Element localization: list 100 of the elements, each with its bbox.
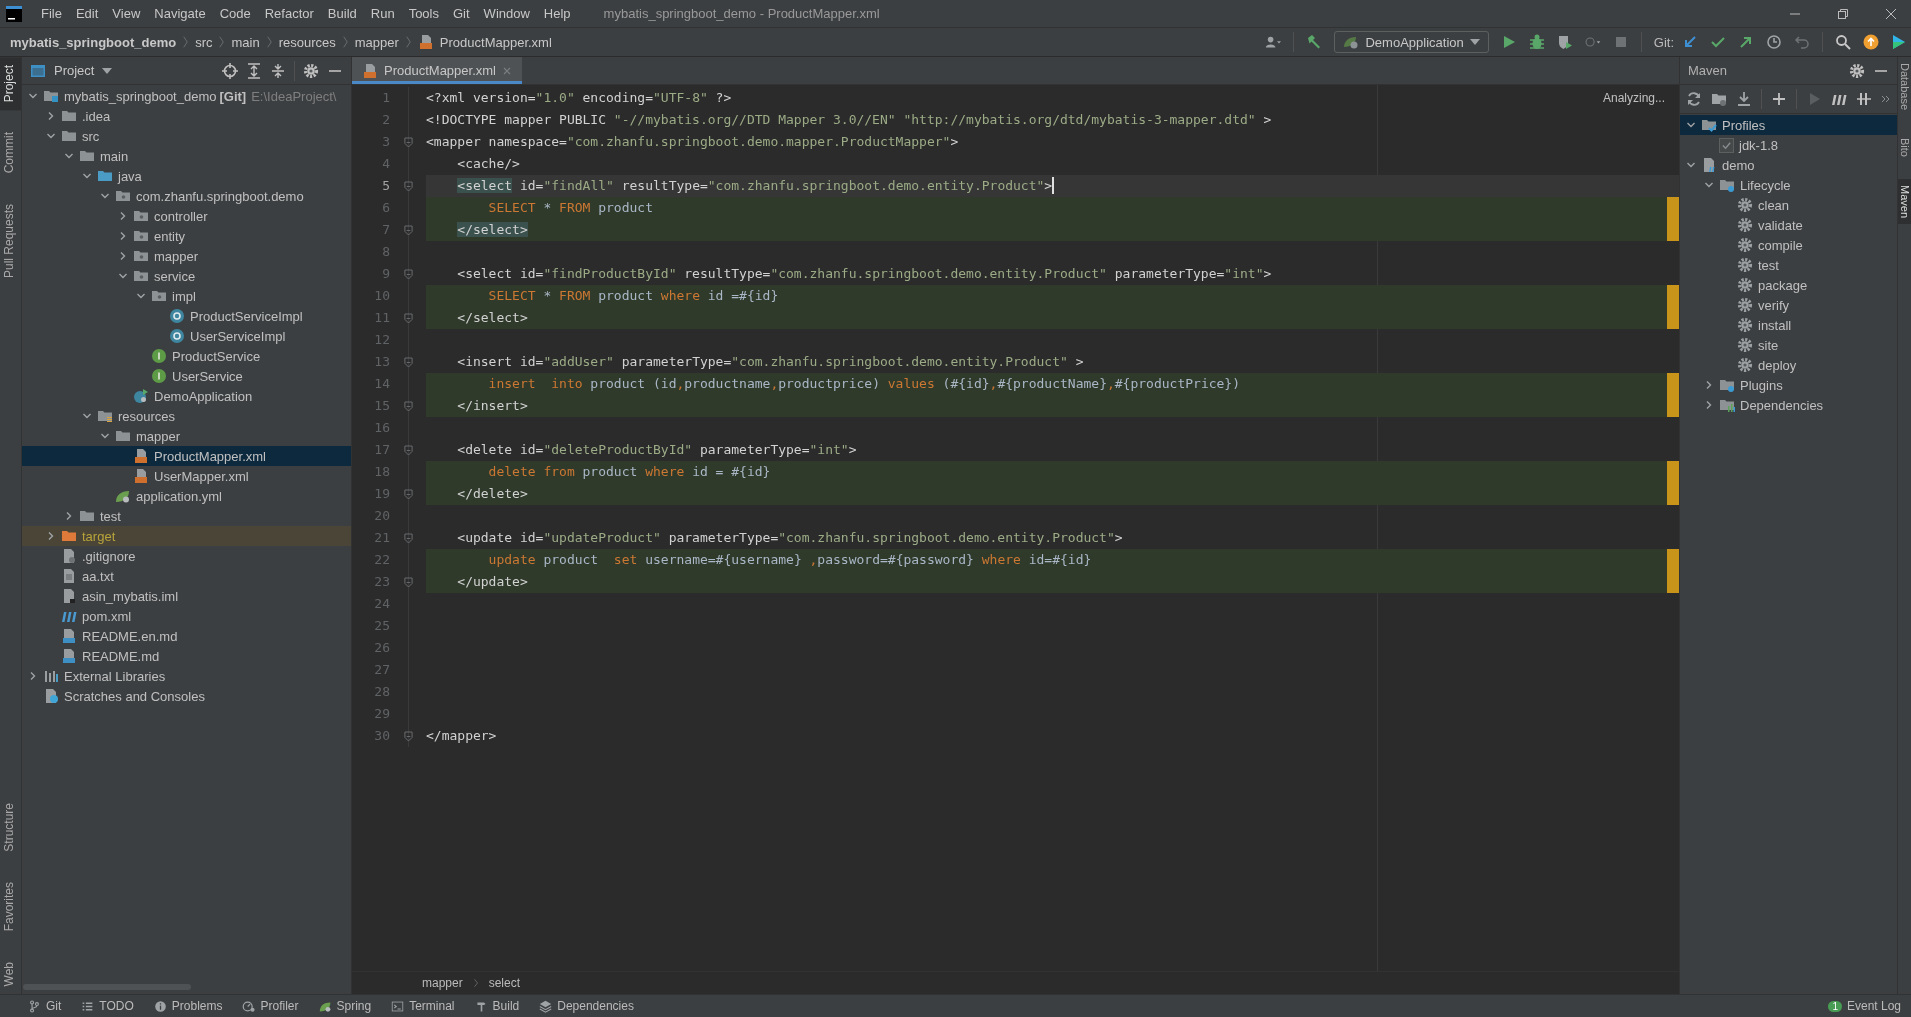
- tree-item-label: README.md: [82, 648, 160, 664]
- breadcrumb-item[interactable]: main: [231, 34, 260, 50]
- tool-window-button[interactable]: Terminal: [391, 999, 455, 1013]
- tree-row[interactable]: Scratches and Consoles: [22, 686, 351, 706]
- event-log-button[interactable]: 1 Event Log: [1828, 999, 1901, 1013]
- line-number: 11: [373, 309, 391, 327]
- tree-row[interactable]: src: [22, 126, 351, 146]
- tool-window-button[interactable]: Spring: [318, 999, 372, 1013]
- tree-row[interactable]: UserServiceImpl: [22, 326, 351, 346]
- tree-row[interactable]: entity: [22, 226, 351, 246]
- breadcrumb-item[interactable]: src: [195, 34, 213, 50]
- tree-row[interactable]: UserMapper.xml: [22, 466, 351, 486]
- menu-item[interactable]: Build: [320, 6, 364, 21]
- tree-row[interactable]: clean: [1680, 195, 1897, 215]
- line-number: 2: [381, 111, 391, 129]
- panel-title[interactable]: Project: [54, 63, 95, 78]
- tree-item-label: com.zhanfu.springboot.demo: [136, 188, 304, 204]
- tree-row[interactable]: controller: [22, 206, 351, 226]
- tool-window-button[interactable]: Dependencies: [539, 999, 634, 1013]
- breadcrumb-item[interactable]: select: [488, 976, 521, 990]
- menu-item[interactable]: Edit: [68, 6, 106, 21]
- tree-row[interactable]: validate: [1680, 215, 1897, 235]
- tree-row[interactable]: mapper: [22, 246, 351, 266]
- tool-window-tab[interactable]: Bito: [1898, 132, 1911, 164]
- tree-row[interactable]: jdk-1.8: [1680, 135, 1897, 155]
- line-number: 18: [373, 463, 391, 481]
- tree-row[interactable]: java: [22, 166, 351, 186]
- breadcrumb-item[interactable]: mapper: [354, 34, 399, 50]
- tree-row[interactable]: impl: [22, 286, 351, 306]
- tool-window-tab[interactable]: Structure: [0, 795, 21, 861]
- tree-item-label: UserMapper.xml: [154, 468, 249, 484]
- breadcrumb-item[interactable]: ProductMapper.xml: [439, 34, 552, 50]
- panel-title: Maven: [1688, 63, 1728, 78]
- tree-row[interactable]: install: [1680, 315, 1897, 335]
- tree-item-label: mapper: [154, 248, 199, 264]
- tree-item-label: service: [154, 268, 196, 284]
- tree-item-label: jdk-1.8: [1739, 137, 1779, 153]
- tool-window-tab[interactable]: Pull Requests: [0, 195, 21, 286]
- line-number: 15: [373, 397, 391, 415]
- tree-row[interactable]: pom.xml: [22, 606, 351, 626]
- menu-item[interactable]: Run: [363, 6, 402, 21]
- tree-item-label: External Libraries: [64, 668, 166, 684]
- tree-row[interactable]: asin_mybatis.iml: [22, 586, 351, 606]
- tool-window-tab[interactable]: Commit: [0, 124, 21, 182]
- menu-item[interactable]: File: [34, 6, 69, 21]
- editor-tab[interactable]: ProductMapper.xml: [352, 57, 522, 84]
- menu-item[interactable]: Help: [536, 6, 578, 21]
- tool-window-tab[interactable]: Web: [0, 953, 21, 994]
- tree-row[interactable]: Plugins: [1680, 375, 1897, 395]
- line-number: 29: [373, 705, 391, 723]
- tool-window-button[interactable]: Git: [28, 999, 62, 1013]
- breadcrumb-item[interactable]: resources: [278, 34, 336, 50]
- tree-row[interactable]: ProductServiceImpl: [22, 306, 351, 326]
- tool-window-button[interactable]: TODO: [81, 999, 134, 1013]
- tree-row[interactable]: package: [1680, 275, 1897, 295]
- menu-item[interactable]: Refactor: [257, 6, 321, 21]
- menu-item[interactable]: Tools: [401, 6, 446, 21]
- tree-row[interactable]: application.yml: [22, 486, 351, 506]
- tree-row[interactable]: service: [22, 266, 351, 286]
- tree-row[interactable]: verify: [1680, 295, 1897, 315]
- tool-window-button[interactable]: Problems: [153, 999, 223, 1013]
- tree-row[interactable]: README.md: [22, 646, 351, 666]
- tool-window-tab[interactable]: Maven: [1898, 179, 1911, 225]
- tree-row[interactable]: deploy: [1680, 355, 1897, 375]
- menu-item[interactable]: Code: [212, 6, 258, 21]
- tree-row[interactable]: demo: [1680, 155, 1897, 175]
- tree-row[interactable]: mapper: [22, 426, 351, 446]
- tree-row[interactable]: test: [1680, 255, 1897, 275]
- tool-window-tab[interactable]: Favorites: [0, 874, 21, 940]
- tree-row[interactable]: UserService: [22, 366, 351, 386]
- menu-item[interactable]: Navigate: [147, 6, 213, 21]
- tree-row[interactable]: README.en.md: [22, 626, 351, 646]
- menu-item[interactable]: View: [105, 6, 148, 21]
- tool-window-tab[interactable]: Database: [1898, 57, 1911, 117]
- tree-row[interactable]: .gitignore: [22, 546, 351, 566]
- tool-window-tab[interactable]: Project: [0, 57, 21, 111]
- tree-row[interactable]: resources: [22, 406, 351, 426]
- tree-row[interactable]: compile: [1680, 235, 1897, 255]
- tree-row[interactable]: test: [22, 506, 351, 526]
- tree-row[interactable]: Profiles: [1680, 115, 1897, 135]
- tree-row[interactable]: com.zhanfu.springboot.demo: [22, 186, 351, 206]
- breadcrumb-item[interactable]: mybatis_springboot_demo: [10, 34, 177, 50]
- tree-row[interactable]: External Libraries: [22, 666, 351, 686]
- tree-row[interactable]: site: [1680, 335, 1897, 355]
- tree-row[interactable]: main: [22, 146, 351, 166]
- tree-row[interactable]: ProductService: [22, 346, 351, 366]
- tool-window-button[interactable]: Profiler: [242, 999, 299, 1013]
- tree-row[interactable]: mybatis_springboot_demo [Git] E:\IdeaProject\: [22, 86, 351, 106]
- run-configuration-dropdown[interactable]: DemoApplication: [1334, 31, 1489, 53]
- menu-item[interactable]: Window: [476, 6, 537, 21]
- tree-row[interactable]: Dependencies: [1680, 395, 1897, 415]
- tree-row[interactable]: aa.txt: [22, 566, 351, 586]
- breadcrumb-item[interactable]: mapper: [422, 976, 463, 990]
- tree-row[interactable]: target: [22, 526, 351, 546]
- menu-item[interactable]: Git: [446, 6, 477, 21]
- tree-row[interactable]: Lifecycle: [1680, 175, 1897, 195]
- tree-row[interactable]: .idea: [22, 106, 351, 126]
- tool-window-button[interactable]: Build: [474, 999, 520, 1013]
- tree-row[interactable]: ProductMapper.xml: [22, 446, 351, 466]
- tree-row[interactable]: DemoApplication: [22, 386, 351, 406]
